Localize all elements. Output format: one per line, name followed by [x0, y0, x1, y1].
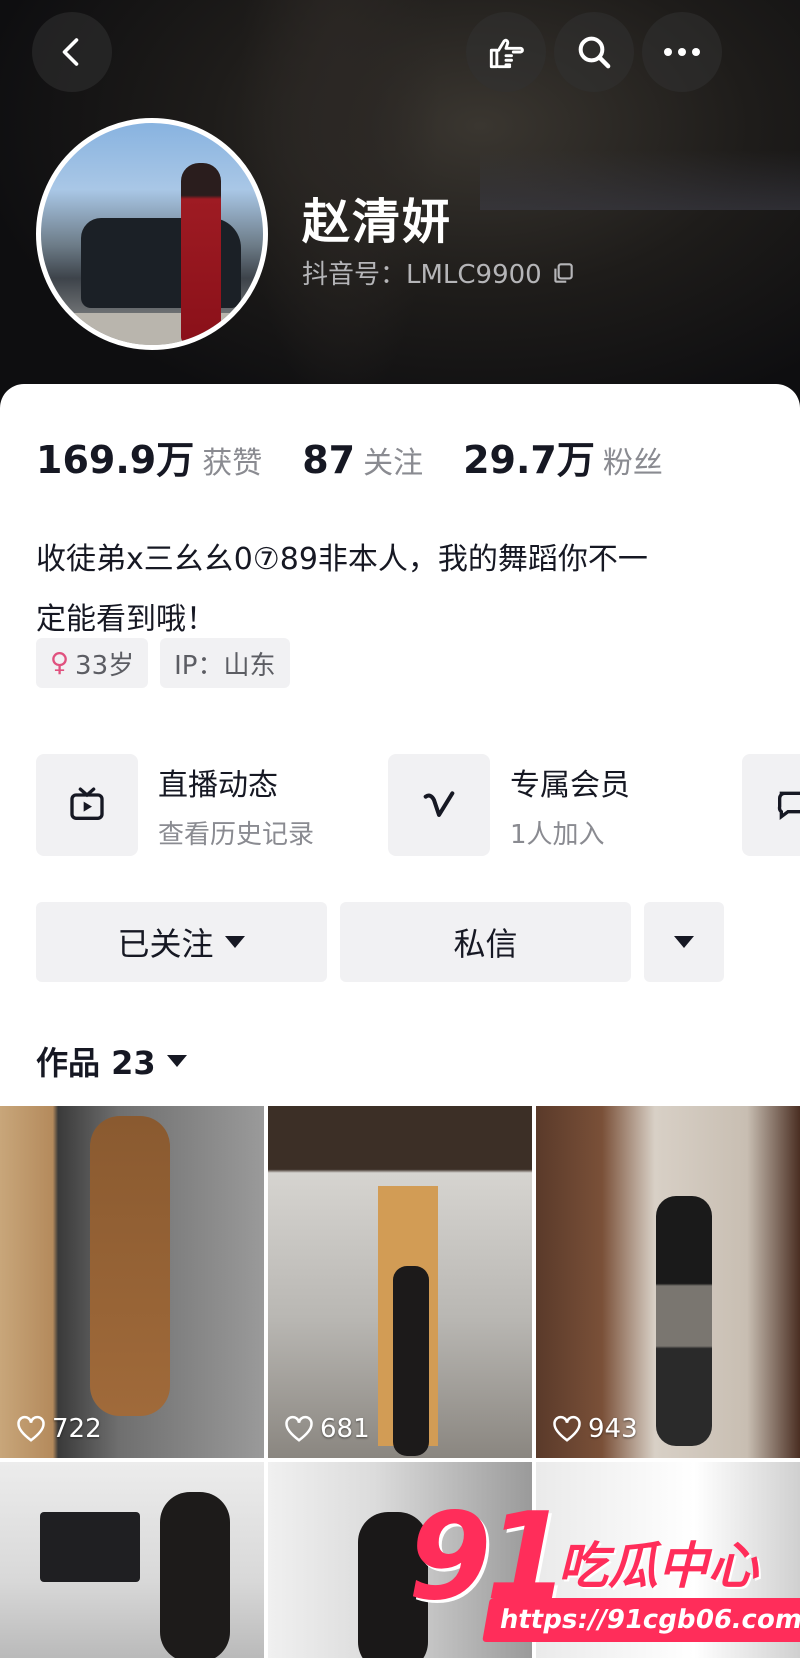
- group-chat-entry[interactable]: [742, 754, 800, 856]
- action-buttons: 已关注 私信: [36, 902, 766, 982]
- chevron-left-icon: [62, 38, 79, 66]
- watermark-logo: 91 吃瓜中心 https://91cgb06.com: [408, 1488, 800, 1648]
- stat-likes[interactable]: 169.9万 获赞: [36, 429, 262, 484]
- stat-followers-label: 粉丝: [602, 446, 663, 481]
- age-tag: ♀ 33岁: [36, 638, 149, 688]
- watermark-url: https://91cgb06.com: [482, 1598, 800, 1642]
- watermark-text: 吃瓜中心: [558, 1537, 758, 1595]
- profile-name: 赵清妍: [302, 194, 453, 250]
- live-history-entry[interactable]: 直播动态 查看历史记录: [36, 754, 314, 856]
- caret-down-icon: [224, 936, 245, 948]
- video-thumbnail[interactable]: 943: [536, 1106, 800, 1458]
- more-button[interactable]: [642, 12, 722, 92]
- ip-tag: IP：山东: [160, 638, 290, 688]
- heart-icon: [285, 1415, 313, 1442]
- heart-icon: [17, 1415, 45, 1442]
- feature-title: 直播动态: [158, 767, 278, 803]
- video-thumbnail[interactable]: [0, 1462, 264, 1658]
- feature-subtitle: 1人加入: [510, 819, 605, 850]
- profile-tags: ♀ 33岁 IP：山东: [36, 638, 290, 688]
- works-label: 作品 23: [36, 1044, 156, 1082]
- search-button[interactable]: [554, 12, 634, 92]
- v-icon: [388, 754, 490, 856]
- message-button[interactable]: 私信: [340, 902, 631, 982]
- stat-following-label: 关注: [363, 446, 424, 481]
- feature-subtitle: 查看历史记录: [158, 819, 315, 850]
- stat-likes-label: 获赞: [202, 446, 263, 481]
- tv-icon: [36, 754, 138, 856]
- video-thumbnail[interactable]: 722: [0, 1106, 264, 1458]
- stat-likes-value: 169.9万: [36, 438, 195, 482]
- ip-text: IP：山东: [174, 650, 276, 681]
- video-likes: 722: [16, 1414, 102, 1444]
- stat-followers[interactable]: 29.7万 粉丝: [463, 429, 663, 484]
- pointing-hand-icon: [489, 38, 524, 69]
- video-likes: 943: [552, 1414, 638, 1444]
- douyin-id-text: 抖音号：LMLC9900: [302, 260, 542, 290]
- caret-down-icon: [166, 1055, 187, 1067]
- works-tab[interactable]: 作品 23: [36, 1038, 188, 1084]
- feature-row: 直播动态 查看历史记录 专属会员 1人加入: [36, 754, 800, 864]
- likes-count: 681: [320, 1414, 370, 1444]
- stat-followers-value: 29.7万: [463, 438, 595, 482]
- video-thumbnail[interactable]: 681: [268, 1106, 532, 1458]
- stat-following-value: 87: [302, 438, 356, 482]
- search-icon: [578, 36, 611, 69]
- message-label: 私信: [453, 925, 518, 963]
- chat-bubble-icon: [742, 754, 800, 856]
- bio: 收徒弟x三幺幺0⑦89非本人，我的舞蹈你不一 定能看到哦！: [36, 530, 766, 650]
- avatar[interactable]: [36, 118, 268, 350]
- header-cityscape: [480, 150, 800, 210]
- poke-button[interactable]: [466, 12, 546, 92]
- back-button[interactable]: [32, 12, 112, 92]
- likes-count: 722: [52, 1414, 102, 1444]
- bio-line: 收徒弟x三幺幺0⑦89非本人，我的舞蹈你不一: [36, 542, 648, 577]
- heart-icon: [553, 1415, 581, 1442]
- stats-row: 169.9万 获赞 87 关注 29.7万 粉丝: [36, 429, 703, 484]
- video-likes: 681: [284, 1414, 370, 1444]
- recommend-dropdown-button[interactable]: [644, 902, 724, 982]
- more-dots-icon: [664, 48, 700, 56]
- copy-icon[interactable]: [550, 260, 576, 286]
- female-icon: ♀: [50, 648, 70, 678]
- age-text: 33岁: [75, 650, 135, 681]
- douyin-id[interactable]: 抖音号：LMLC9900: [302, 254, 576, 291]
- followed-label: 已关注: [117, 925, 214, 963]
- caret-down-icon: [674, 936, 694, 948]
- feature-title: 专属会员: [510, 767, 630, 803]
- stat-following[interactable]: 87 关注: [302, 438, 423, 482]
- membership-entry[interactable]: 专属会员 1人加入: [388, 754, 630, 856]
- profile-header: 赵清妍 抖音号：LMLC9900: [0, 0, 800, 420]
- likes-count: 943: [588, 1414, 638, 1444]
- followed-button[interactable]: 已关注: [36, 902, 327, 982]
